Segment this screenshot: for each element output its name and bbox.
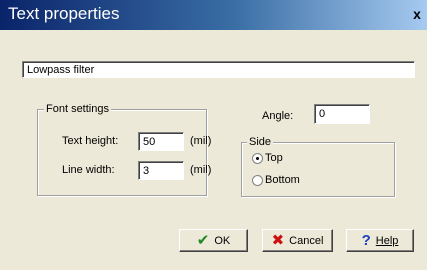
radio-selected-dot (256, 157, 259, 160)
text-height-unit: (mil) (190, 135, 212, 147)
ok-button-label: OK (214, 234, 231, 247)
line-width-input[interactable] (138, 161, 184, 180)
side-group (241, 142, 395, 197)
side-bottom-radio[interactable] (252, 175, 263, 186)
question-icon: ? (361, 232, 371, 249)
help-button[interactable]: ? Help (346, 229, 414, 252)
line-width-unit: (mil) (190, 164, 212, 176)
dialog-title: Text properties (8, 4, 120, 23)
side-top-label[interactable]: Top (265, 152, 283, 164)
ok-button[interactable]: ✔ OK (179, 229, 248, 252)
line-width-label: Line width: (62, 164, 115, 176)
font-settings-legend: Font settings (44, 103, 111, 115)
help-button-label: Help (375, 234, 399, 247)
side-bottom-label[interactable]: Bottom (265, 174, 300, 186)
side-legend: Side (247, 136, 274, 148)
font-settings-group (37, 109, 207, 196)
text-height-input[interactable] (138, 132, 184, 151)
title-bar: Text properties x (0, 0, 427, 30)
angle-label: Angle: (262, 110, 294, 122)
check-icon: ✔ (196, 232, 210, 249)
angle-input[interactable] (314, 104, 370, 124)
cancel-button[interactable]: ✖ Cancel (262, 229, 333, 252)
x-icon: ✖ (271, 232, 285, 249)
close-icon[interactable]: x (409, 6, 425, 22)
side-top-radio[interactable] (252, 153, 263, 164)
text-height-label: Text height: (62, 135, 119, 147)
cancel-button-label: Cancel (289, 234, 324, 247)
text-input[interactable] (22, 61, 415, 78)
